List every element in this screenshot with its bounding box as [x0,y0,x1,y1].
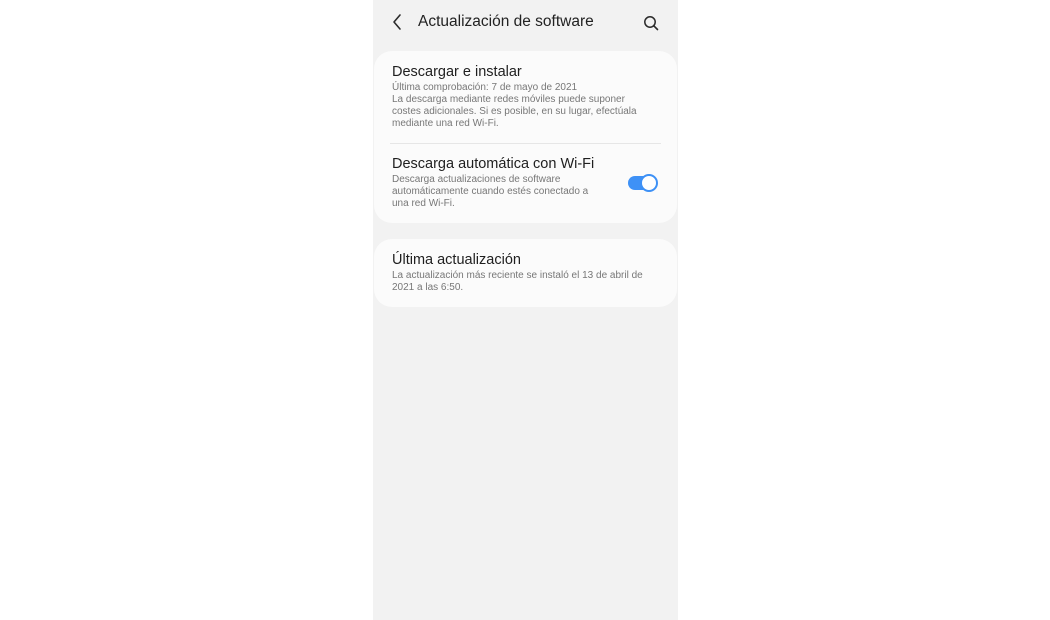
last-check-text: Última comprobación: 7 de mayo de 2021 [392,82,578,93]
description-line: una red Wi-Fi. [392,198,455,209]
description-line: 2021 a las 6:50. [392,282,464,293]
search-icon [644,16,659,31]
back-button[interactable] [387,9,409,35]
download-install-item[interactable]: Descargar e instalar Última comprobación… [392,63,637,130]
description-line: La descarga mediante redes móviles puede… [392,94,625,105]
chevron-left-icon [393,14,401,30]
last-update-card: Última actualización La actualización má… [374,239,677,307]
description-line: automáticamente cuando estés conectado a [392,186,589,197]
download-install-description: Última comprobación: 7 de mayo de 2021 L… [392,82,637,130]
toggle-knob [640,174,658,192]
page-title: Actualización de software [418,13,594,30]
description-line: La actualización más reciente se instaló… [392,270,643,281]
auto-download-wifi-description: Descarga actualizaciones de software aut… [392,174,594,210]
download-settings-card: Descargar e instalar Última comprobación… [374,51,677,223]
search-button[interactable] [639,11,663,35]
download-install-title: Descargar e instalar [392,64,522,80]
phone-screen: Actualización de software Descargar e in… [373,0,678,620]
last-update-description: La actualización más reciente se instaló… [392,270,643,294]
description-line: costes adicionales. Si es posible, en su… [392,106,637,117]
auto-download-wifi-item[interactable]: Descarga automática con Wi-Fi Descarga a… [392,155,594,210]
divider [390,143,661,144]
auto-download-wifi-toggle[interactable] [628,174,658,192]
description-line: Descarga actualizaciones de software [392,174,561,185]
last-update-title: Última actualización [392,252,521,268]
auto-download-wifi-title: Descarga automática con Wi-Fi [392,156,595,172]
description-line: mediante una red Wi-Fi. [392,118,499,129]
last-update-item[interactable]: Última actualización La actualización má… [392,251,643,294]
app-bar: Actualización de software [373,0,678,46]
